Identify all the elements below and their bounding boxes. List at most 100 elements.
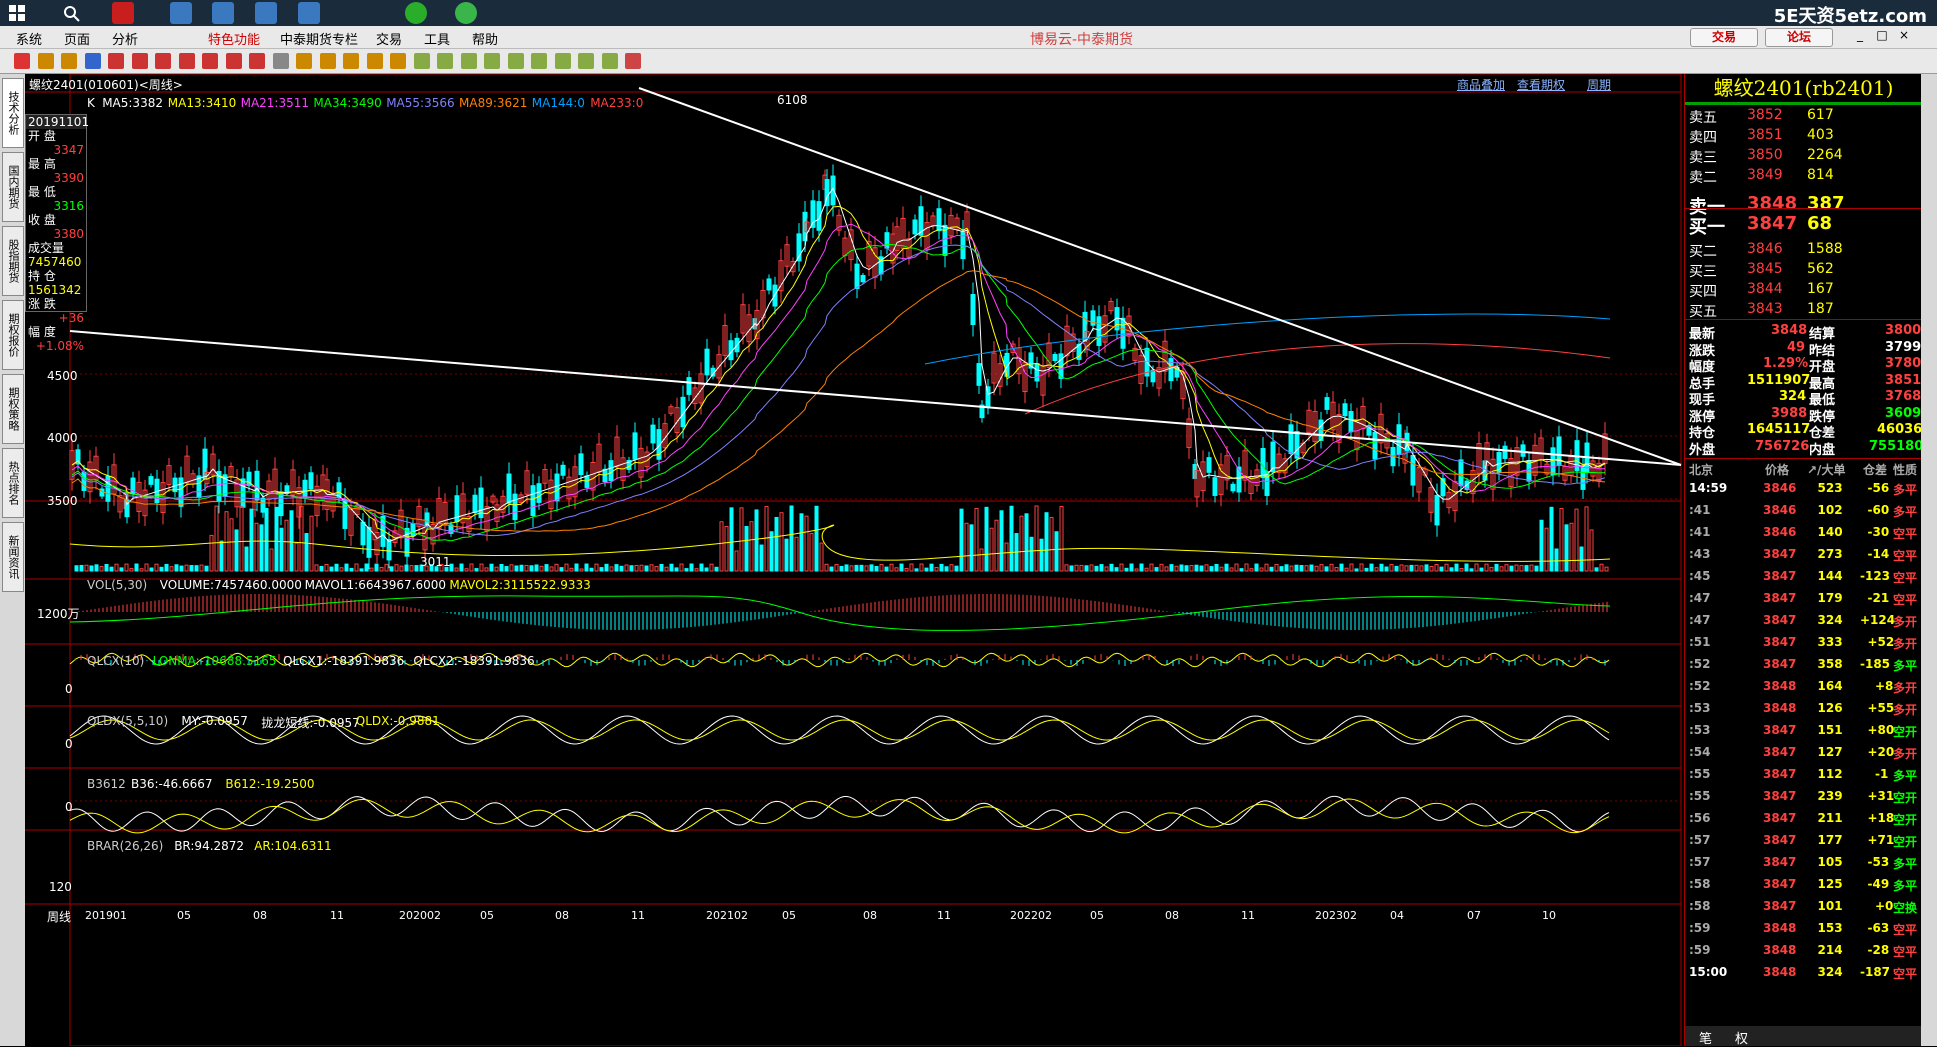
- left-tab-news[interactable]: 新闻资讯: [2, 522, 24, 592]
- left-tab-index-futures[interactable]: 股指期货: [2, 226, 24, 296]
- volume-bar: [624, 564, 629, 572]
- toolbar-button-icon[interactable]: [14, 53, 30, 69]
- toolbar-button-icon[interactable]: [578, 53, 594, 69]
- toolbar-button-icon[interactable]: [390, 53, 406, 69]
- volume-bar: [1264, 563, 1269, 572]
- left-tab-technical[interactable]: 技术分析: [2, 78, 24, 148]
- toolbar-button-icon[interactable]: [507, 53, 524, 69]
- bid-row: 买二 3846 1588: [1685, 240, 1922, 260]
- toolbar-button-icon[interactable]: [343, 53, 359, 69]
- wechat-icon[interactable]: [405, 2, 427, 24]
- toolbar-button-icon[interactable]: [272, 53, 289, 69]
- left-tab-domestic-futures[interactable]: 国内期货: [2, 152, 24, 222]
- kline-chart[interactable]: [25, 74, 1682, 1046]
- left-tab-options-strategy[interactable]: 期权策略: [2, 374, 24, 444]
- chart-area[interactable]: 螺纹2401(010601)<周线> 商品叠加 查看期权 周期 K MA5:338…: [25, 74, 1682, 1046]
- ask-row: 卖五 3852 617: [1685, 106, 1922, 126]
- tab-ticks[interactable]: 笔: [1699, 1028, 1712, 1047]
- toolbar-button-icon[interactable]: [484, 53, 500, 69]
- menu-help[interactable]: 帮助: [472, 29, 498, 48]
- volume-bar: [274, 506, 279, 572]
- toolbar-button-icon[interactable]: [625, 53, 641, 69]
- app-window-icon[interactable]: [255, 2, 277, 24]
- toolbar-button-icon[interactable]: [319, 53, 336, 69]
- volume-bar: [1544, 527, 1549, 572]
- trade-button[interactable]: 交易: [1690, 28, 1758, 47]
- tick-time: 14:59: [1689, 481, 1728, 495]
- toolbar-button-icon[interactable]: [554, 53, 571, 69]
- candle-body: [1372, 431, 1378, 460]
- volume-bar: [84, 564, 89, 572]
- forum-button[interactable]: 论坛: [1765, 28, 1833, 47]
- candle-body: [554, 473, 560, 502]
- volume-bar: [1124, 567, 1129, 572]
- volume-bar: [74, 565, 79, 572]
- menu-trade[interactable]: 交易: [376, 29, 402, 48]
- volume-bar: [749, 521, 754, 572]
- x-tick-label: 11: [1241, 909, 1255, 922]
- toolbar-button-icon[interactable]: [131, 53, 148, 69]
- toolbar-button-icon[interactable]: [413, 53, 430, 69]
- info-pct-label: 幅 度: [28, 325, 56, 339]
- app-window-icon[interactable]: [170, 2, 192, 24]
- volume-bar: [109, 566, 114, 572]
- tab-rights[interactable]: 权: [1735, 1028, 1748, 1047]
- toolbar-button-icon[interactable]: [155, 53, 171, 69]
- menu-system[interactable]: 系统: [16, 29, 42, 48]
- menu-tools[interactable]: 工具: [424, 29, 450, 48]
- toolbar-button-icon[interactable]: [460, 53, 477, 69]
- info-high-label: 最 高: [28, 157, 56, 171]
- app-window-icon[interactable]: [212, 2, 234, 24]
- chart-link-overlay[interactable]: 商品叠加: [1457, 76, 1505, 93]
- candle-body: [1150, 369, 1156, 383]
- volume-bar: [1289, 565, 1294, 572]
- toolbar-button-icon[interactable]: [531, 53, 547, 69]
- toolbar-button-icon[interactable]: [601, 53, 618, 69]
- tick-row: 15:00 3848 324 -187 空平: [1685, 964, 1922, 984]
- left-tab-hot-rank[interactable]: 热点排名: [2, 448, 24, 518]
- tick-volume: 101: [1817, 899, 1843, 913]
- menu-analysis[interactable]: 分析: [112, 29, 138, 48]
- chart-link-period[interactable]: 周期: [1587, 76, 1611, 93]
- volume-bar: [1394, 565, 1399, 572]
- close-button[interactable]: ×: [1896, 28, 1912, 44]
- right-scrollbar[interactable]: [1921, 74, 1937, 1046]
- toolbar-button-icon[interactable]: [225, 53, 242, 69]
- toolbar-button-icon[interactable]: [61, 53, 77, 69]
- candle-body: [1034, 363, 1040, 382]
- tick-time: :45: [1689, 569, 1711, 583]
- menu-zhongtai[interactable]: 中泰期货专栏: [280, 29, 358, 48]
- left-tab-options-quote[interactable]: 期权报价: [2, 300, 24, 370]
- toolbar-button-icon[interactable]: [37, 53, 54, 69]
- volume-bar: [1584, 506, 1589, 572]
- tick-nature: 空平: [1893, 923, 1918, 937]
- toolbar-button-icon[interactable]: [249, 53, 265, 69]
- toolbar-button-icon[interactable]: [366, 53, 383, 69]
- toolbar-button-icon[interactable]: [437, 53, 453, 69]
- ask-label: 卖五: [1689, 110, 1717, 126]
- volume-bar: [739, 507, 744, 572]
- menu-features[interactable]: 特色功能: [208, 29, 260, 48]
- search-icon[interactable]: [60, 2, 82, 24]
- toolbar-button-icon[interactable]: [178, 53, 195, 69]
- volume-bar: [1069, 565, 1074, 572]
- chart-link-options[interactable]: 查看期权: [1517, 76, 1565, 93]
- ask-volume: 617: [1807, 107, 1834, 123]
- candle-body: [386, 539, 392, 561]
- app-wh-icon[interactable]: [112, 2, 134, 24]
- app-green-icon[interactable]: [455, 2, 477, 24]
- toolbar-button-icon[interactable]: [202, 53, 218, 69]
- tick-nature: 多平: [1893, 857, 1918, 871]
- app-window-icon[interactable]: [298, 2, 320, 24]
- volume-bar: [639, 564, 644, 572]
- maximize-button[interactable]: □: [1874, 28, 1890, 44]
- toolbar-button-icon[interactable]: [296, 53, 312, 69]
- toolbar-button-icon[interactable]: [84, 53, 101, 69]
- menu-page[interactable]: 页面: [64, 29, 90, 48]
- windows-start-icon[interactable]: [6, 2, 28, 24]
- volume-bar: [634, 564, 639, 572]
- volume-bar: [1034, 505, 1039, 572]
- minimize-button[interactable]: _: [1852, 28, 1868, 44]
- toolbar-button-icon[interactable]: [108, 53, 124, 69]
- volume-bar: [1224, 563, 1229, 572]
